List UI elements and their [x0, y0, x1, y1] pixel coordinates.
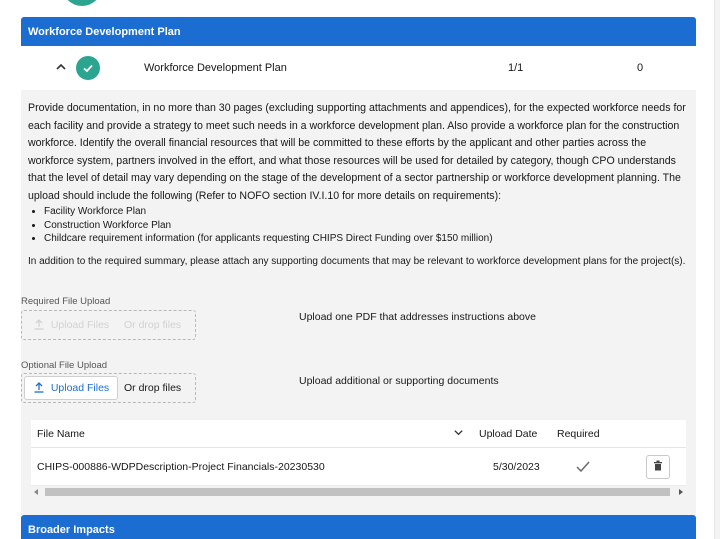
item-count: 1/1: [508, 62, 524, 74]
trash-icon: [653, 460, 663, 474]
required-upload-dropzone[interactable]: Upload Files Or drop files: [21, 310, 196, 340]
section-title: Broader Impacts: [28, 523, 115, 536]
section-header-broader-impacts[interactable]: Broader Impacts: [21, 515, 696, 539]
list-item: Facility Workforce Plan: [44, 205, 688, 219]
delete-file-button[interactable]: [646, 455, 670, 479]
required-upload-button[interactable]: Upload Files: [24, 313, 118, 337]
item-detail-panel: Provide documentation, in no more than 3…: [21, 90, 696, 515]
workforce-item-row: Workforce Development Plan 1/1 0: [21, 46, 696, 90]
supporting-note: In addition to the required summary, ple…: [28, 255, 686, 267]
upload-icon: [33, 318, 45, 333]
table-header: File Name Upload Date Required: [31, 420, 686, 448]
optional-upload-description: Upload additional or supporting document…: [299, 375, 499, 387]
instructions-paragraph: Provide documentation, in no more than 3…: [28, 102, 686, 202]
scrollbar-thumb[interactable]: [45, 488, 670, 496]
status-indicator-arc: [62, 0, 102, 6]
section-header-workforce[interactable]: Workforce Development Plan: [21, 17, 696, 46]
instructions: Provide documentation, in no more than 3…: [28, 100, 688, 270]
upload-date-cell: 5/30/2023: [493, 460, 540, 473]
list-item: Childcare requirement information (for a…: [44, 232, 688, 246]
table-row: CHIPS-000886-WDPDescription-Project Fina…: [31, 448, 686, 486]
section-title: Workforce Development Plan: [28, 25, 181, 38]
optional-upload-dropzone[interactable]: Upload Files Or drop files: [21, 373, 196, 403]
item-zero-count: 0: [637, 62, 644, 74]
chevron-down-icon[interactable]: [453, 427, 464, 441]
requirements-list: Facility Workforce Plan Construction Wor…: [44, 205, 688, 246]
checkmark-icon: [575, 460, 591, 477]
optional-upload-label: Optional File Upload: [21, 360, 108, 371]
optional-upload-button[interactable]: Upload Files: [24, 376, 118, 400]
item-title: Workforce Development Plan: [144, 62, 287, 74]
horizontal-scrollbar[interactable]: [31, 486, 686, 498]
chevron-up-icon[interactable]: [55, 61, 67, 73]
drop-files-text: Or drop files: [124, 319, 182, 331]
column-required[interactable]: Required: [557, 428, 600, 440]
complete-check-icon: [76, 56, 100, 80]
list-item: Construction Workforce Plan: [44, 219, 688, 233]
column-upload-date[interactable]: Upload Date: [479, 428, 537, 440]
column-file-name[interactable]: File Name: [37, 428, 85, 440]
required-upload-description: Upload one PDF that addresses instructio…: [299, 311, 536, 323]
scroll-left-icon[interactable]: [34, 489, 38, 495]
drop-files-text: Or drop files: [124, 382, 182, 394]
scroll-right-icon[interactable]: [679, 489, 683, 495]
file-name-cell: CHIPS-000886-WDPDescription-Project Fina…: [37, 460, 325, 473]
required-upload-label: Required File Upload: [21, 296, 111, 307]
file-table: File Name Upload Date Required CHIPS-000…: [31, 420, 686, 486]
vertical-scrollbar[interactable]: [714, 0, 720, 539]
upload-icon: [33, 381, 45, 396]
